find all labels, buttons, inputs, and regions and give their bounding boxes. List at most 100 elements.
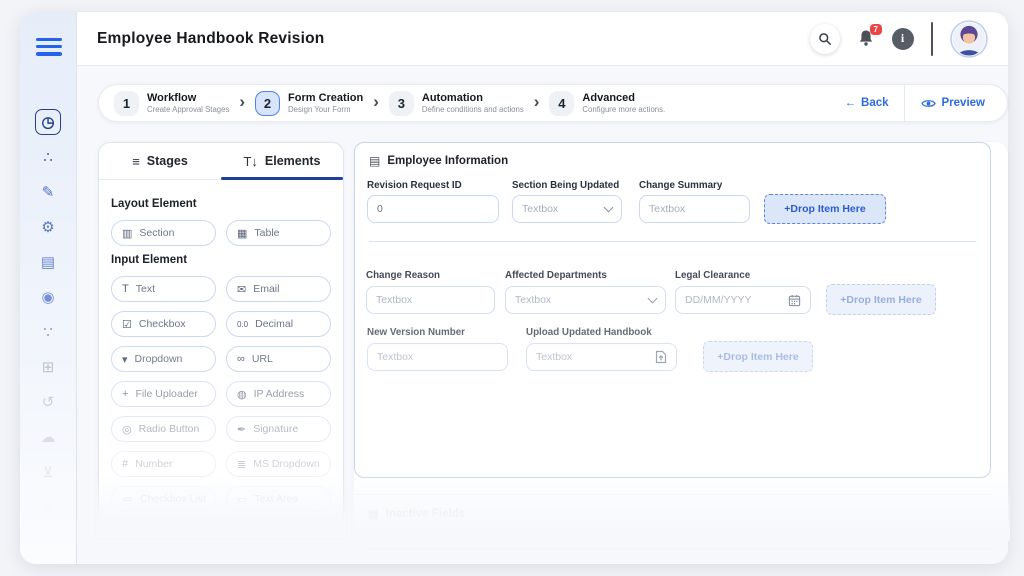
drop-zone[interactable]: +Drop Item Here bbox=[703, 341, 813, 372]
dropdown-icon: ▾ bbox=[122, 353, 128, 366]
element-label: Checkbox List bbox=[140, 493, 206, 505]
step-form-creation[interactable]: 2 Form Creation Design Your Form bbox=[246, 90, 372, 116]
avatar[interactable] bbox=[950, 19, 988, 58]
inactive-section-title: Inactive Fields bbox=[385, 508, 466, 520]
change-summary-input[interactable] bbox=[639, 195, 750, 223]
step-number: 4 bbox=[549, 90, 575, 116]
element-checkbox[interactable]: ☑ Checkbox bbox=[111, 311, 216, 337]
step-number: 1 bbox=[114, 90, 139, 116]
network-icon[interactable]: ∵ bbox=[35, 319, 61, 345]
header: Employee Handbook Revision 7 i bbox=[76, 12, 1008, 66]
element-text-area[interactable]: ▭ Text Area bbox=[226, 486, 331, 512]
elements-panel: ≡ Stages T↓ Elements Layout Element ▥ Sec… bbox=[98, 142, 344, 536]
back-button[interactable]: ← Back bbox=[845, 97, 904, 109]
drop-zone[interactable]: +Drop Item Here bbox=[764, 194, 886, 224]
element-label: Dropdown bbox=[134, 353, 183, 365]
back-label: Back bbox=[861, 97, 889, 109]
element-text[interactable]: T Text bbox=[111, 276, 216, 302]
element-number[interactable]: # Number bbox=[111, 451, 216, 477]
element-label: Checkbox bbox=[138, 318, 186, 330]
tab-elements[interactable]: T↓ Elements bbox=[221, 143, 343, 180]
records-icon[interactable]: ▤ bbox=[35, 249, 61, 275]
element-radio-button[interactable]: ◎ Radio Button bbox=[111, 416, 216, 442]
icon-rail: ◷ ∴ ✎ ⚙ ▤ ◉ ∵ ⊞ ↺ ☁ ⊻ ◌ bbox=[20, 12, 76, 564]
info-icon[interactable]: i bbox=[891, 27, 914, 50]
hamburger-menu-icon[interactable] bbox=[36, 38, 62, 60]
layout-element-heading: Layout Element bbox=[111, 198, 197, 210]
checkbox-icon: ☑ bbox=[122, 318, 132, 331]
element-ms-dropdown[interactable]: ≣ MS Dropdown bbox=[226, 451, 331, 477]
step-subtitle: Define conditions and actions bbox=[421, 105, 524, 115]
element-faded[interactable] bbox=[226, 521, 331, 536]
file-upload-icon: + bbox=[122, 388, 129, 400]
step-title: Workflow bbox=[147, 91, 197, 104]
element-table[interactable]: ▦ Table bbox=[226, 220, 331, 246]
element-checkbox-list[interactable]: ≔ Checkbox List bbox=[111, 486, 216, 512]
upload-updated-handbook-input[interactable]: Textbox bbox=[526, 343, 677, 371]
profile-settings-icon[interactable]: ◉ bbox=[35, 284, 61, 310]
chevron-down-icon bbox=[647, 293, 658, 303]
section-being-updated-select[interactable]: Textbox bbox=[512, 195, 622, 223]
legal-clearance-date-input[interactable]: DD/MM/YYYY bbox=[675, 286, 811, 314]
element-label: Table bbox=[254, 227, 280, 239]
field-label: Change Summary bbox=[639, 180, 723, 191]
file-upload-icon[interactable] bbox=[655, 350, 667, 364]
step-number: 2 bbox=[255, 90, 281, 116]
workflow-icon[interactable]: ∴ bbox=[35, 144, 61, 170]
step-title: Advanced bbox=[582, 91, 635, 104]
element-dropdown[interactable]: ▾ Dropdown bbox=[111, 346, 216, 372]
section-icon: ▤ bbox=[369, 154, 381, 168]
document-edit-icon[interactable]: ✎ bbox=[35, 179, 61, 205]
element-label: Decimal bbox=[255, 318, 294, 330]
preview-button[interactable]: Preview bbox=[905, 97, 1001, 109]
tab-stages[interactable]: ≡ Stages bbox=[99, 143, 221, 179]
element-label: Radio Button bbox=[138, 423, 200, 435]
more-icon[interactable]: ◌ bbox=[35, 494, 61, 520]
preview-label: Preview bbox=[941, 97, 985, 109]
step-advanced[interactable]: 4 Advanced Configure more actions. bbox=[540, 90, 674, 116]
element-section[interactable]: ▥ Section bbox=[111, 220, 216, 246]
calendar-icon[interactable] bbox=[788, 294, 801, 307]
step-subtitle: Configure more actions. bbox=[582, 105, 666, 115]
notifications-bell-icon[interactable]: 7 bbox=[857, 24, 882, 48]
signature-icon: ✒ bbox=[237, 423, 247, 436]
table-icon: ▦ bbox=[237, 227, 248, 240]
element-file-uploader[interactable]: + File Uploader bbox=[111, 381, 216, 407]
new-version-number-input[interactable] bbox=[367, 343, 508, 371]
sitemap-icon[interactable]: ⊻ bbox=[35, 459, 61, 485]
revision-request-id-input[interactable] bbox=[367, 195, 499, 223]
element-email[interactable]: ✉ Email bbox=[226, 276, 331, 302]
cloud-icon[interactable]: ☁ bbox=[35, 424, 61, 450]
decimal-icon: 0.0 bbox=[237, 319, 249, 329]
form-builder-icon[interactable]: ◷ bbox=[35, 109, 61, 135]
history-icon[interactable]: ↺ bbox=[35, 389, 61, 415]
change-reason-input[interactable] bbox=[366, 286, 495, 314]
step-subtitle: Create Approval Stages bbox=[147, 105, 230, 115]
element-ip-address[interactable]: ◍ IP Address bbox=[226, 381, 331, 407]
field-label: Section Being Updated bbox=[512, 180, 620, 191]
stages-icon: ≡ bbox=[132, 153, 140, 169]
affected-departments-select[interactable]: Textbox bbox=[505, 286, 666, 314]
element-url[interactable]: ∞ URL bbox=[226, 346, 331, 372]
chevron-right-icon: › bbox=[373, 92, 379, 111]
stepper-bar: 1 Workflow Create Approval Stages › 2 Fo… bbox=[98, 84, 1008, 122]
file-placeholder: Textbox bbox=[536, 351, 573, 363]
select-value: Textbox bbox=[515, 294, 552, 306]
step-workflow[interactable]: 1 Workflow Create Approval Stages bbox=[105, 90, 238, 116]
element-label: Text Area bbox=[254, 493, 299, 505]
step-title: Automation bbox=[421, 91, 483, 104]
radio-icon: ◎ bbox=[122, 423, 132, 436]
element-signature[interactable]: ✒ Signature bbox=[226, 416, 331, 442]
element-decimal[interactable]: 0.0 Decimal bbox=[226, 311, 331, 337]
step-automation[interactable]: 3 Automation Define conditions and actio… bbox=[380, 90, 533, 116]
element-label: URL bbox=[251, 353, 273, 365]
element-label: Signature bbox=[253, 423, 299, 435]
hierarchy-icon[interactable]: ⊞ bbox=[35, 354, 61, 380]
element-label: Text bbox=[135, 283, 155, 295]
tab-label: Elements bbox=[264, 154, 321, 168]
search-icon[interactable] bbox=[809, 23, 840, 54]
drop-zone[interactable]: +Drop Item Here bbox=[826, 284, 936, 315]
element-faded[interactable] bbox=[111, 521, 216, 536]
drop-zone-label: +Drop Item Here bbox=[717, 350, 799, 363]
user-settings-icon[interactable]: ⚙ bbox=[35, 214, 61, 240]
